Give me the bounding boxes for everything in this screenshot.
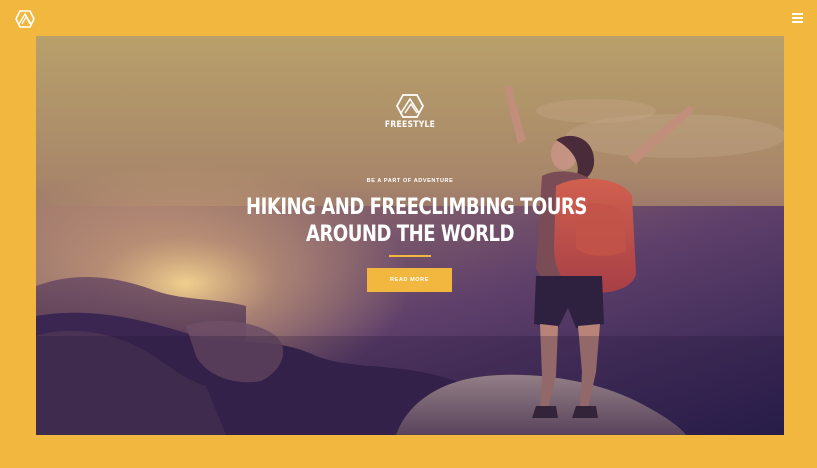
headline-line-2: AROUND THE WORLD xyxy=(306,222,514,247)
page: FREESTYLE BE A PART OF ADVENTURE HIKING … xyxy=(0,0,817,468)
hero-headline: HIKING AND FREECLIMBING TOURS AROUND THE… xyxy=(246,194,587,248)
freestyle-logo-icon[interactable] xyxy=(15,10,35,28)
hero-content: FREESTYLE BE A PART OF ADVENTURE HIKING … xyxy=(36,36,784,435)
headline-line-1: HIKING AND FREECLIMBING TOURS xyxy=(246,195,587,220)
hero-banner: FREESTYLE BE A PART OF ADVENTURE HIKING … xyxy=(36,36,784,435)
read-more-button[interactable]: READ MORE xyxy=(367,268,452,292)
hamburger-menu-icon[interactable] xyxy=(792,13,803,23)
freestyle-brand-icon xyxy=(396,94,424,118)
headline-divider xyxy=(389,255,431,257)
brand-name: FREESTYLE xyxy=(384,120,436,130)
hero-tagline: BE A PART OF ADVENTURE xyxy=(366,178,454,184)
